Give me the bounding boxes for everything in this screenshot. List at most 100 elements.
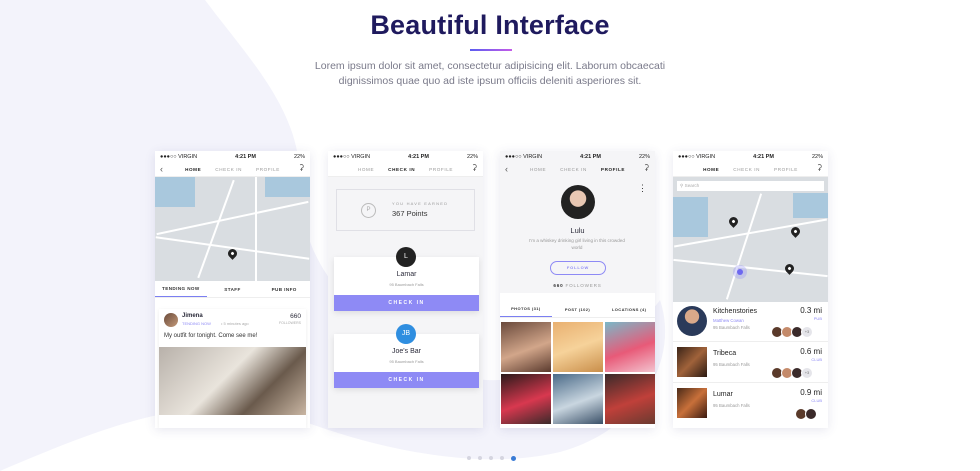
- followers-count: 660: [553, 283, 564, 288]
- bell-icon[interactable]: ⚳: [472, 163, 478, 172]
- current-location: [733, 265, 747, 279]
- nav-home[interactable]: HOME: [703, 167, 719, 172]
- nav-home[interactable]: HOME: [358, 167, 374, 172]
- nav-checkin[interactable]: CHECK IN: [560, 167, 587, 172]
- phone-screen-profile: ●●●○○ VIRGIN 4:21 PM 22% ‹ HOME CHECK IN…: [500, 151, 655, 428]
- more-count: +3: [801, 326, 813, 338]
- bell-icon[interactable]: ⚳: [644, 163, 650, 172]
- place-distance: 0.9 mi: [800, 388, 822, 397]
- place-name: Kitchenstories: [713, 308, 757, 315]
- post-photo[interactable]: [159, 347, 306, 415]
- place-address: 95 Baumbach Falls: [713, 362, 750, 367]
- top-nav: HOME CHECK IN PROFILE ⚳: [328, 162, 483, 177]
- place-type: PUB: [813, 316, 822, 321]
- back-icon[interactable]: ‹: [505, 164, 509, 174]
- carousel-dot[interactable]: [489, 456, 493, 460]
- phone-screen-home: ●●●○○ VIRGIN 4:21 PM 22% ‹ HOME CHECK IN…: [155, 151, 310, 428]
- place-address: 95 Baumbach Falls: [713, 325, 750, 330]
- nav-profile[interactable]: PROFILE: [601, 167, 625, 172]
- bell-icon[interactable]: ⚳: [299, 163, 305, 172]
- more-icon[interactable]: ⋮: [638, 184, 647, 193]
- photo-thumb[interactable]: [605, 322, 655, 372]
- list-item[interactable]: Tribeca 95 Baumbach Falls 0.6 mi CLUB +3: [673, 342, 828, 383]
- page-description: Lorem ipsum dolor sit amet, consectetur …: [314, 60, 666, 87]
- photo-thumb[interactable]: [501, 374, 551, 424]
- nav-checkin[interactable]: CHECK IN: [215, 167, 242, 172]
- place-image: [677, 347, 707, 377]
- friends-avatars: +3: [771, 326, 813, 338]
- venue-card: JB Joe's Bar 95 Baumbach Falls CHECK IN: [334, 324, 479, 388]
- tab-pub-info[interactable]: PUB INFO: [258, 281, 310, 297]
- bell-icon[interactable]: ⚳: [817, 163, 823, 172]
- carousel-dot[interactable]: [478, 456, 482, 460]
- friends-avatars: +3: [771, 367, 813, 379]
- venue-address: 95 Baumbach Falls: [389, 282, 424, 287]
- top-nav: HOME CHECK IN PROFILE ⚳: [673, 162, 828, 177]
- tab-photos[interactable]: PHOTOS (31): [500, 301, 552, 317]
- page-title: Beautiful Interface: [370, 10, 610, 40]
- status-bar: ●●●○○ VIRGIN 4:21 PM 22%: [155, 151, 310, 162]
- carousel-dot-active[interactable]: [511, 455, 516, 461]
- photo-thumb[interactable]: [553, 374, 603, 424]
- list-item[interactable]: Kitchenstories Matthew Cowan 95 Baumbach…: [673, 301, 828, 342]
- venue-initial: L: [396, 247, 416, 267]
- top-nav: ‹ HOME CHECK IN PROFILE ⚳: [155, 162, 310, 177]
- place-address: 95 Baumbach Falls: [713, 403, 750, 408]
- status-bar: ●●●○○ VIRGIN 4:21 PM 22%: [328, 151, 483, 162]
- profile-tabs: PHOTOS (31) POST (102) LOCATIONS (4): [500, 301, 655, 318]
- carrier: ●●●○○ VIRGIN: [505, 153, 543, 160]
- nav-profile[interactable]: PROFILE: [256, 167, 280, 172]
- tab-locations[interactable]: LOCATIONS (4): [603, 301, 655, 317]
- clock: 4:21 PM: [580, 153, 601, 160]
- nav-checkin[interactable]: CHECK IN: [733, 167, 760, 172]
- map-pin-icon[interactable]: [789, 225, 802, 238]
- photo-thumb[interactable]: [501, 322, 551, 372]
- nav-profile[interactable]: PROFILE: [774, 167, 798, 172]
- battery: 22%: [638, 153, 650, 160]
- nav-home[interactable]: HOME: [185, 167, 201, 172]
- carousel-pagination: [467, 455, 516, 461]
- post-count: 660: [290, 313, 301, 320]
- nav-checkin[interactable]: CHECK IN: [388, 167, 415, 172]
- check-in-button[interactable]: CHECK IN: [334, 372, 479, 388]
- place-type: CLUB: [811, 357, 822, 362]
- clock: 4:21 PM: [408, 153, 429, 160]
- check-in-button[interactable]: CHECK IN: [334, 295, 479, 311]
- map-pin-icon[interactable]: [727, 215, 740, 228]
- profile-bio: I'm a whiskey drinking girl living in th…: [529, 238, 625, 250]
- search-input[interactable]: ⚲ Search: [677, 181, 824, 191]
- profile-name: Lulu: [570, 226, 585, 235]
- place-name: Tribeca: [713, 350, 737, 357]
- nav-profile[interactable]: PROFILE: [429, 167, 453, 172]
- post-card: Jimena TENDING NOW • 5 minutes ago 660 F…: [159, 309, 306, 428]
- post-tag: TENDING NOW: [182, 321, 211, 326]
- avatar: [164, 313, 178, 327]
- photo-thumb[interactable]: [553, 322, 603, 372]
- venue-address: 95 Baumbach Falls: [389, 359, 424, 364]
- places-list: Kitchenstories Matthew Cowan 95 Baumbach…: [673, 301, 828, 428]
- tab-staff[interactable]: STAFF: [207, 281, 259, 297]
- map-view[interactable]: ⚲ Search: [673, 177, 828, 302]
- venue-name: Lamar: [396, 271, 417, 278]
- carousel-dot[interactable]: [500, 456, 504, 460]
- map-view[interactable]: [155, 177, 310, 281]
- photo-thumb[interactable]: [605, 374, 655, 424]
- back-icon[interactable]: ‹: [160, 164, 164, 174]
- carousel-dot[interactable]: [467, 456, 471, 460]
- follow-button[interactable]: FOLLOW: [550, 261, 606, 275]
- post-time: • 5 minutes ago: [221, 321, 249, 326]
- friends-avatars: [795, 408, 817, 420]
- home-tabs: TENDING NOW STAFF PUB INFO: [155, 281, 310, 298]
- tab-post[interactable]: POST (102): [552, 301, 604, 317]
- battery: 22%: [466, 153, 478, 160]
- status-bar: ●●●○○ VIRGIN 4:21 PM 22%: [673, 151, 828, 162]
- list-item[interactable]: Lumar 95 Baumbach Falls 0.9 mi CLUB: [673, 383, 828, 423]
- tab-tending-now[interactable]: TENDING NOW: [155, 281, 207, 297]
- more-count: +3: [801, 367, 813, 379]
- nav-home[interactable]: HOME: [530, 167, 546, 172]
- points-icon: P: [361, 203, 376, 218]
- post-user: Jimena: [182, 313, 203, 319]
- venue-initial: JB: [396, 324, 416, 344]
- place-name: Lumar: [713, 391, 733, 398]
- place-avatar: [677, 306, 707, 336]
